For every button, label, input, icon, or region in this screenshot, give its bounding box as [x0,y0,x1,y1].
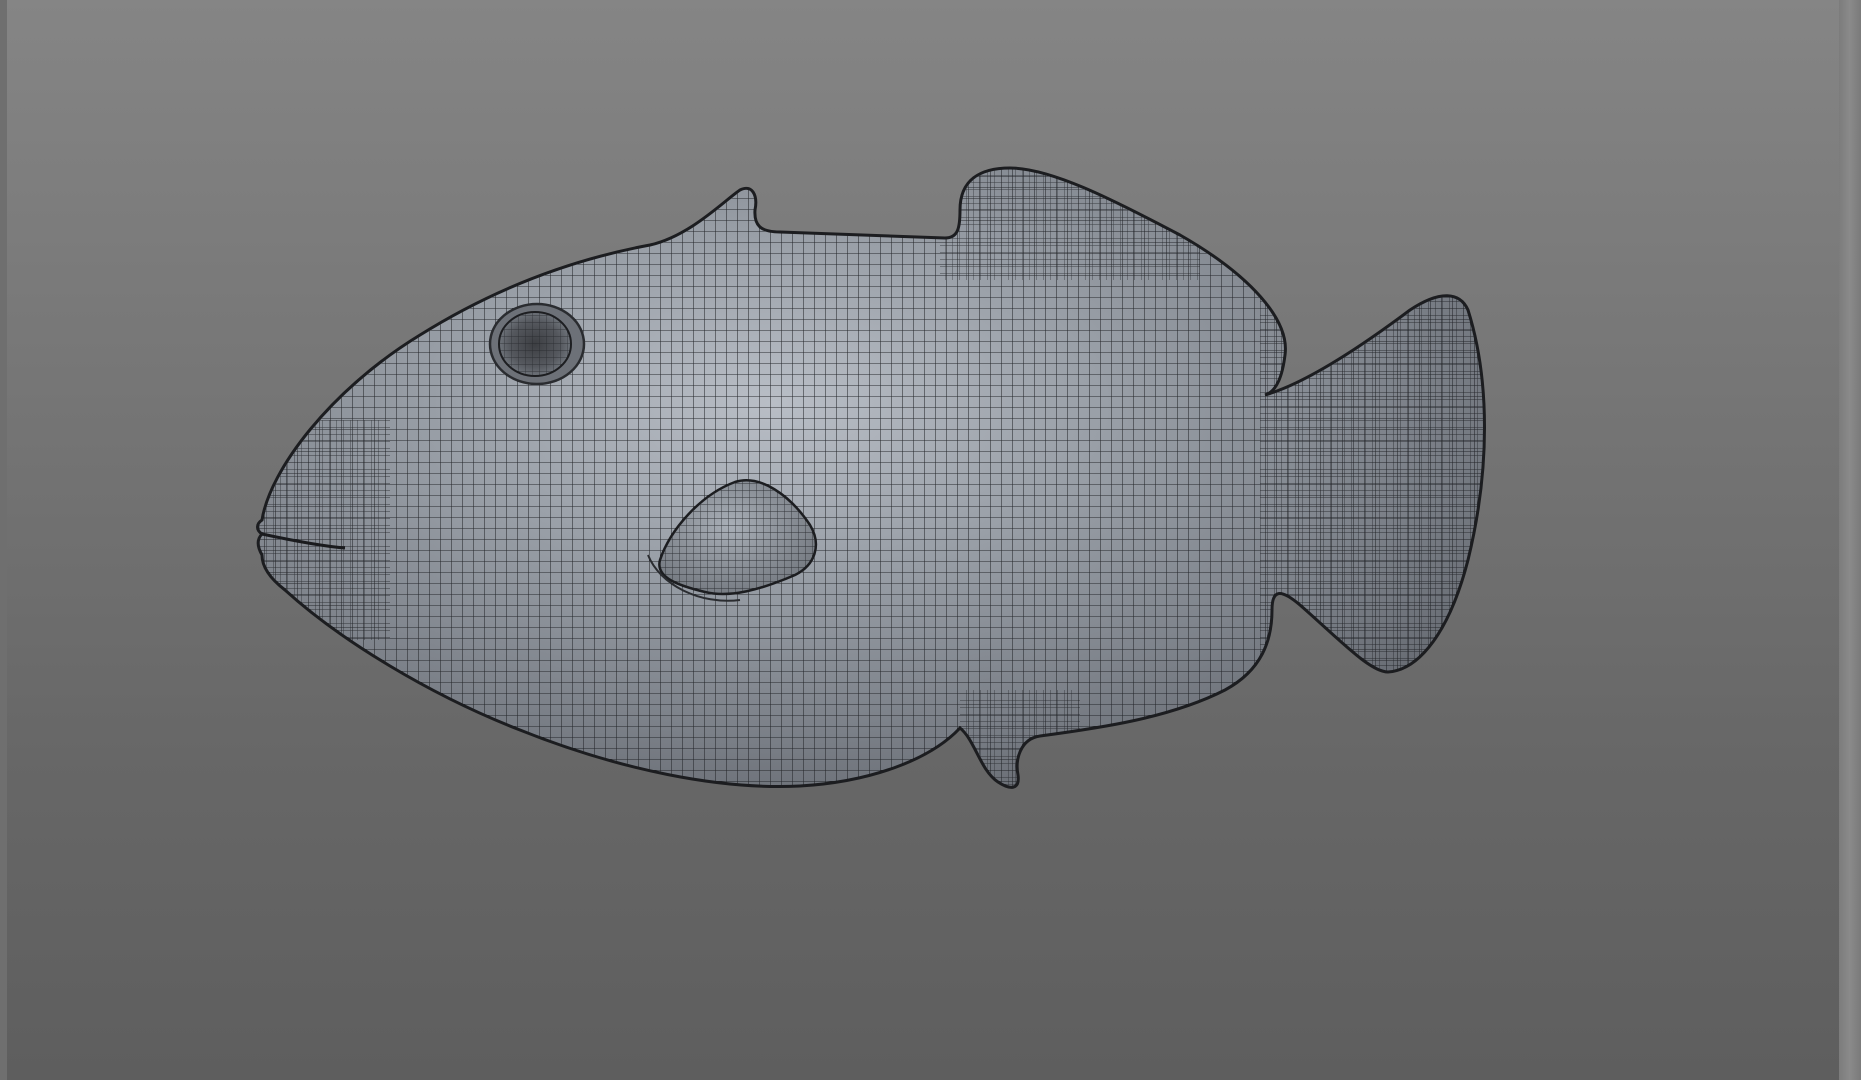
fish-eye [488,302,586,386]
fish-body [256,166,1486,789]
3d-viewport[interactable] [0,0,1861,1080]
fish-model[interactable] [0,0,1861,1080]
